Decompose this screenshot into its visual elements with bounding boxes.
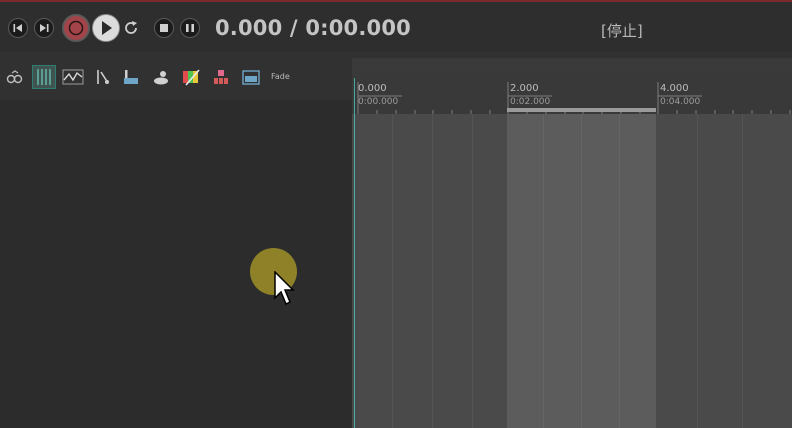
ruler-label-0: 0.000 [358, 83, 387, 94]
play-icon [102, 21, 112, 35]
ruler-label-2: 4.000 [660, 83, 689, 94]
timeline-scrollbar[interactable] [352, 58, 792, 72]
skip-forward-icon [40, 24, 49, 32]
stop-button[interactable] [154, 18, 174, 38]
grid-tool-button[interactable] [32, 65, 56, 89]
track-area[interactable] [352, 114, 792, 428]
grid-line [392, 114, 393, 428]
playback-status: [停止] [601, 22, 643, 40]
pause-button[interactable] [180, 18, 200, 38]
marker-tool-button[interactable] [120, 66, 142, 88]
time-display: 0.000 / 0:00.000 [215, 16, 411, 40]
skip-to-start-button[interactable] [8, 18, 28, 38]
time-selection[interactable] [507, 114, 656, 428]
skip-back-icon [13, 24, 22, 32]
pause-icon [186, 24, 194, 32]
tuning-icon [214, 70, 228, 84]
stop-icon [160, 24, 168, 32]
time-selection-bar[interactable] [507, 108, 656, 112]
paint-icon [183, 69, 200, 86]
transport-bar: 0.000 / 0:00.000 [停止] [0, 2, 792, 52]
clip-tool-button[interactable] [240, 66, 262, 88]
tool-toolbar: Fade [0, 60, 352, 100]
grid-line [432, 114, 433, 428]
ruler-sublabel-0: 0:00.000 [358, 97, 399, 107]
fade-button[interactable]: Fade [271, 72, 290, 81]
duck-tool-button[interactable] [150, 66, 172, 88]
grid-line [581, 114, 582, 428]
envelope-icon [62, 69, 84, 85]
split-tool-button[interactable] [91, 66, 113, 88]
record-button[interactable] [62, 14, 90, 42]
grid-line [543, 114, 544, 428]
tuning-tool-button[interactable] [210, 66, 232, 88]
record-icon [68, 20, 84, 36]
loop-icon [125, 21, 137, 34]
track-header-panel [0, 100, 352, 428]
envelope-tool-button[interactable] [62, 66, 84, 88]
skip-to-end-button[interactable] [34, 18, 54, 38]
link-icon [6, 70, 23, 84]
paint-tool-button[interactable] [180, 66, 202, 88]
ruler-label-1: 2.000 [510, 83, 539, 94]
play-button[interactable] [92, 14, 120, 42]
mouse-cursor-icon [274, 271, 295, 306]
playhead[interactable] [354, 78, 355, 428]
marker-icon [124, 70, 138, 84]
grid-line [697, 114, 698, 428]
loop-button[interactable] [121, 18, 141, 38]
duck-icon [154, 71, 168, 85]
grid-icon [37, 69, 51, 85]
ruler-sublabel-1: 0:02.000 [510, 97, 551, 107]
clip-icon [242, 70, 260, 85]
grid-line [619, 114, 620, 428]
timeline-panel: 0.000 0:00.000 2.000 0:02.000 4.000 0:04… [352, 58, 792, 428]
grid-line [472, 114, 473, 428]
grid-line [742, 114, 743, 428]
link-tool-button[interactable] [4, 66, 26, 88]
ruler-sublabel-2: 0:04.000 [660, 97, 701, 107]
split-icon [97, 70, 109, 84]
